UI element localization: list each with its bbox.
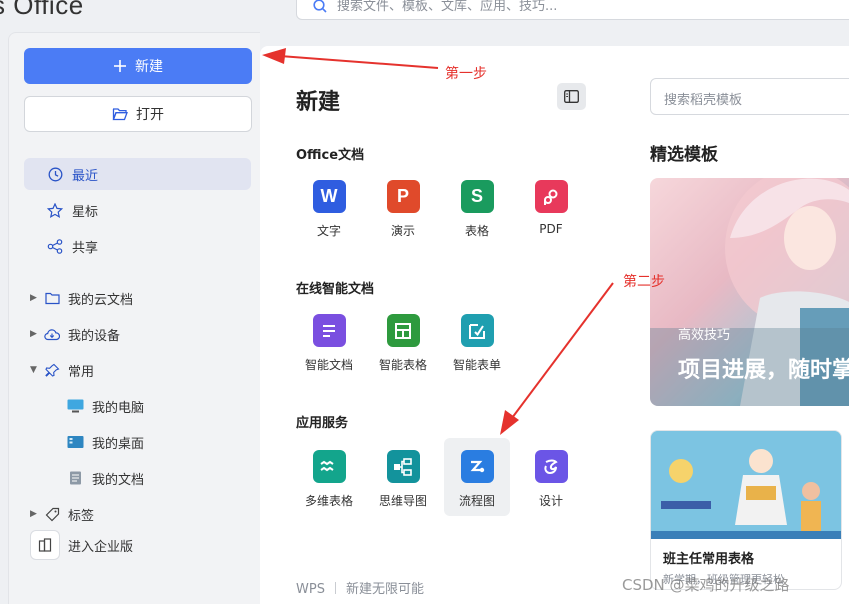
arrow-step2-line xyxy=(511,282,614,419)
arrow-step1-head xyxy=(262,48,286,64)
annotation-step2: 第二步 xyxy=(623,274,665,290)
annotation-step1: 第一步 xyxy=(445,66,487,82)
arrow-step1-line xyxy=(279,55,439,69)
annotation-arrows xyxy=(262,48,614,435)
watermark: CSDN @菜鸡的升级之路 xyxy=(622,576,790,594)
